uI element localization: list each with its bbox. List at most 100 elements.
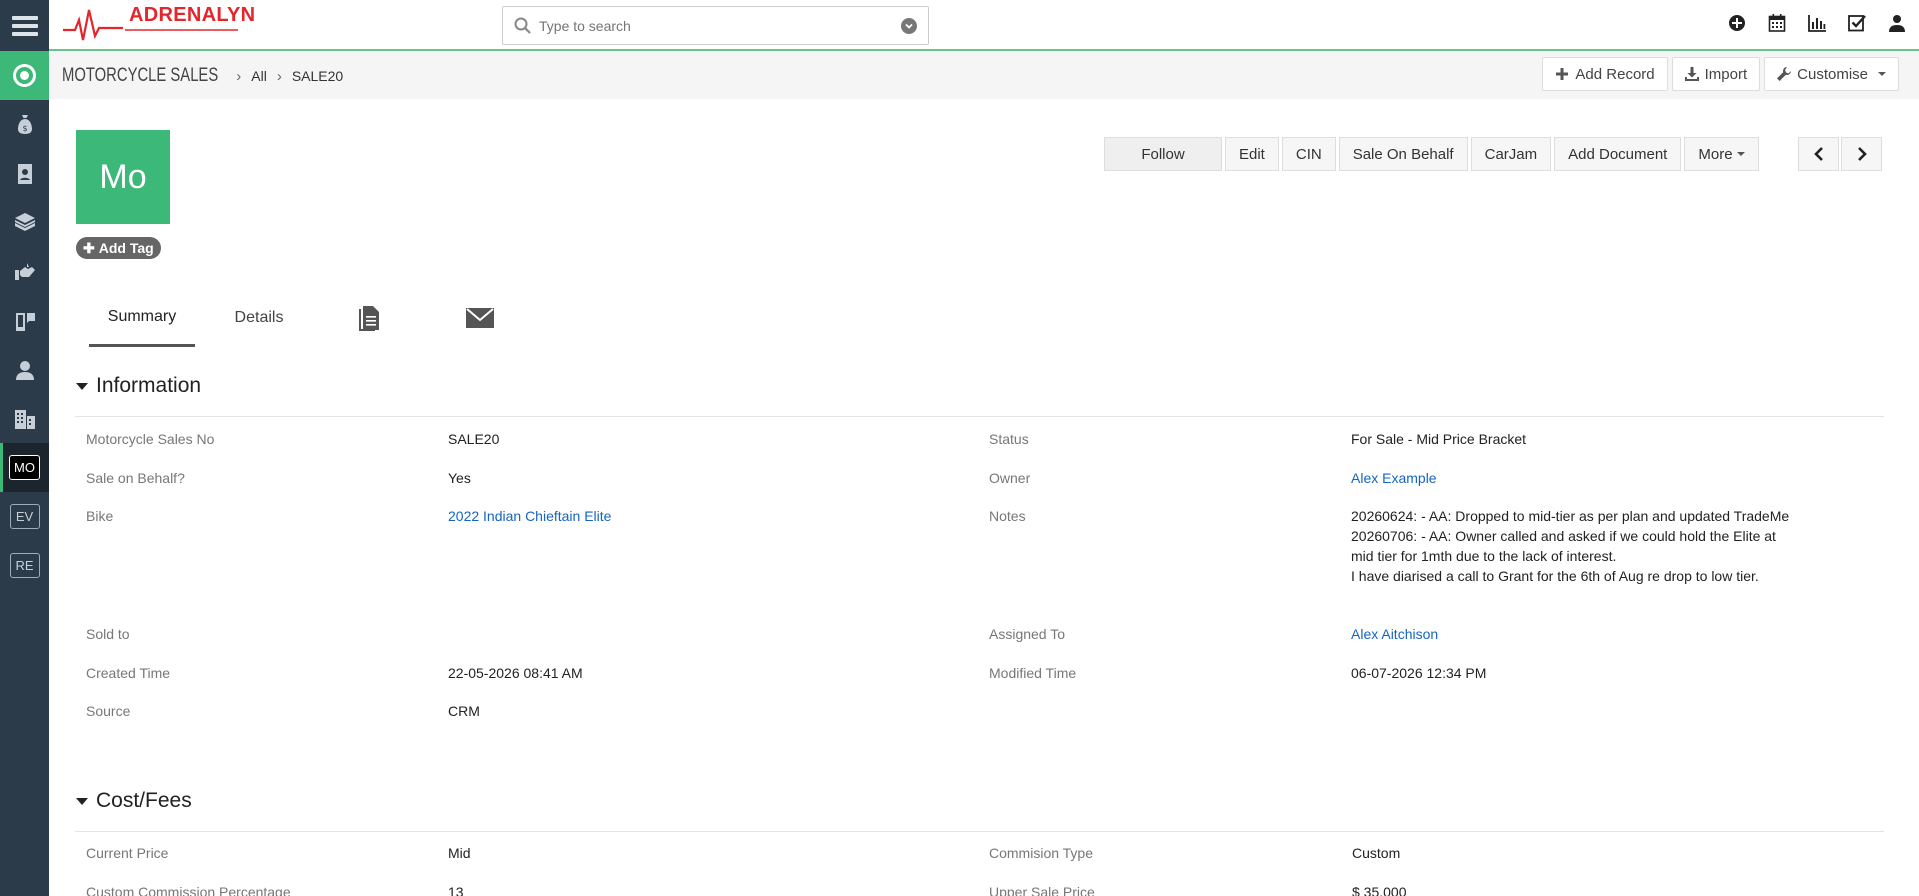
add-document-button[interactable]: Add Document <box>1554 137 1682 171</box>
handshake-icon[interactable] <box>0 247 49 296</box>
page-header: Motorcycle Sales › All › SALE20 Add Reco… <box>49 51 1919 99</box>
svg-text:$: $ <box>22 124 27 133</box>
owner-link[interactable]: Alex Example <box>1351 468 1437 488</box>
chevron-right-icon: › <box>276 67 282 85</box>
notes-value: 20260624: - AA: Dropped to mid-tier as p… <box>1351 506 1801 586</box>
field-value: Mid <box>448 845 471 861</box>
notes-line: 20260624: - AA: Dropped to mid-tier as p… <box>1351 508 1790 524</box>
chevron-right-icon <box>1857 147 1867 161</box>
breadcrumb: Motorcycle Sales › All › SALE20 <box>62 65 343 87</box>
chevron-down-icon[interactable] <box>901 18 917 34</box>
customise-button[interactable]: Customise <box>1764 57 1899 91</box>
products-icon[interactable] <box>0 198 49 247</box>
envelope-icon <box>466 308 494 328</box>
sidebar-module-mo[interactable]: MO <box>0 443 49 492</box>
tab-emails[interactable] <box>452 289 508 347</box>
field-label: Owner <box>989 470 1031 486</box>
sidebar-module-label: MO <box>9 455 40 480</box>
cin-button[interactable]: CIN <box>1281 137 1336 171</box>
devices-icon[interactable] <box>0 296 49 345</box>
plus-icon <box>1556 68 1569 80</box>
app-logo[interactable]: ADRENALYN <box>63 2 255 46</box>
field-label: Custom Commission Percentage <box>86 884 291 896</box>
information-panel: Information Motorcycle Sales No SALE20 S… <box>58 358 1901 752</box>
search-input[interactable] <box>539 15 879 37</box>
money-bag-icon[interactable]: $ <box>0 100 49 149</box>
tasks-icon[interactable] <box>1847 13 1867 33</box>
field-value: For Sale - Mid Price Bracket <box>1351 431 1527 447</box>
import-button[interactable]: Import <box>1671 57 1761 91</box>
field-label: Upper Sale Price <box>989 884 1095 896</box>
field-label: Current Price <box>86 845 169 861</box>
panel-title: Cost/Fees <box>96 789 192 812</box>
tab-summary[interactable]: Summary <box>89 289 195 347</box>
field-value: Custom <box>1352 845 1401 861</box>
breadcrumb-module[interactable]: Motorcycle Sales <box>62 65 218 87</box>
field-label: Modified Time <box>989 665 1077 681</box>
add-tag-label: Add Tag <box>98 240 154 256</box>
tab-documents[interactable] <box>344 289 394 347</box>
caret-down-icon <box>1736 152 1745 156</box>
add-record-button[interactable]: Add Record <box>1542 57 1668 91</box>
carjam-button[interactable]: CarJam <box>1470 137 1552 171</box>
caret-down-icon <box>76 797 88 805</box>
field-label: Bike <box>86 508 114 524</box>
breadcrumb-record: SALE20 <box>291 68 344 84</box>
field-label: Assigned To <box>989 626 1066 642</box>
bike-link[interactable]: 2022 Indian Chieftain Elite <box>448 506 611 526</box>
user-icon[interactable] <box>1887 13 1907 33</box>
assigned-to-link[interactable]: Alex Aitchison <box>1351 624 1438 644</box>
add-tag-button[interactable]: ✚ Add Tag <box>76 237 161 259</box>
cost-fees-toggle[interactable]: Cost/Fees <box>76 789 192 813</box>
panel-title: Information <box>96 374 202 397</box>
caret-down-icon <box>1878 72 1886 76</box>
field-value: Yes <box>448 470 471 486</box>
notes-line: 20260706: - AA: Owner called and asked i… <box>1351 528 1776 564</box>
reports-icon[interactable] <box>1807 13 1827 33</box>
tab-details[interactable]: Details <box>216 289 302 347</box>
previous-record-button[interactable] <box>1798 137 1839 171</box>
chevron-right-icon: › <box>236 67 242 85</box>
record-tabs: Summary Details <box>58 289 1901 347</box>
calendar-icon[interactable] <box>1767 13 1787 33</box>
record-header: Mo ✚ Add Tag Follow Edit CIN Sale On Beh… <box>58 104 1901 276</box>
record-avatar: Mo <box>76 130 170 224</box>
home-icon[interactable] <box>0 51 49 100</box>
field-value: 22-05-2026 08:41 AM <box>448 665 583 681</box>
sidebar-module-re[interactable]: RE <box>0 541 49 590</box>
organization-icon[interactable] <box>0 394 49 443</box>
plus-icon: ✚ <box>83 239 95 256</box>
sidebar-module-label: EV <box>9 504 40 529</box>
notes-line: I have diarised a call to Grant for the … <box>1351 568 1759 584</box>
sale-on-behalf-button[interactable]: Sale On Behalf <box>1338 137 1468 171</box>
edit-button[interactable]: Edit <box>1225 137 1279 171</box>
field-value: SALE20 <box>448 431 500 447</box>
wrench-icon <box>1777 67 1792 81</box>
download-icon <box>1684 67 1699 81</box>
chevron-left-icon <box>1813 147 1823 161</box>
left-sidebar: $ MO EV RE <box>0 0 49 896</box>
field-value: $ 35,000 <box>1352 884 1407 896</box>
contacts-icon[interactable] <box>0 149 49 198</box>
field-label: Source <box>86 703 131 719</box>
sidebar-module-ev[interactable]: EV <box>0 492 49 541</box>
field-label: Sale on Behalf? <box>86 470 185 486</box>
search-icon <box>514 17 531 34</box>
global-search[interactable] <box>502 6 929 45</box>
breadcrumb-filter[interactable]: All <box>251 68 267 84</box>
follow-button[interactable]: Follow <box>1104 137 1222 171</box>
next-record-button[interactable] <box>1841 137 1882 171</box>
menu-icon[interactable] <box>0 0 49 51</box>
field-label: Commision Type <box>989 845 1094 861</box>
add-record-label: Add Record <box>1575 65 1655 83</box>
field-label: Status <box>989 431 1029 447</box>
information-toggle[interactable]: Information <box>76 374 201 398</box>
user-icon[interactable] <box>0 345 49 394</box>
more-button[interactable]: More <box>1684 137 1759 171</box>
field-value: CRM <box>448 703 480 719</box>
top-bar: ADRENALYN <box>49 0 1919 51</box>
more-label: More <box>1698 145 1733 163</box>
add-circle-icon[interactable] <box>1727 13 1747 33</box>
document-icon <box>359 306 379 331</box>
field-value: 06-07-2026 12:34 PM <box>1351 665 1487 681</box>
